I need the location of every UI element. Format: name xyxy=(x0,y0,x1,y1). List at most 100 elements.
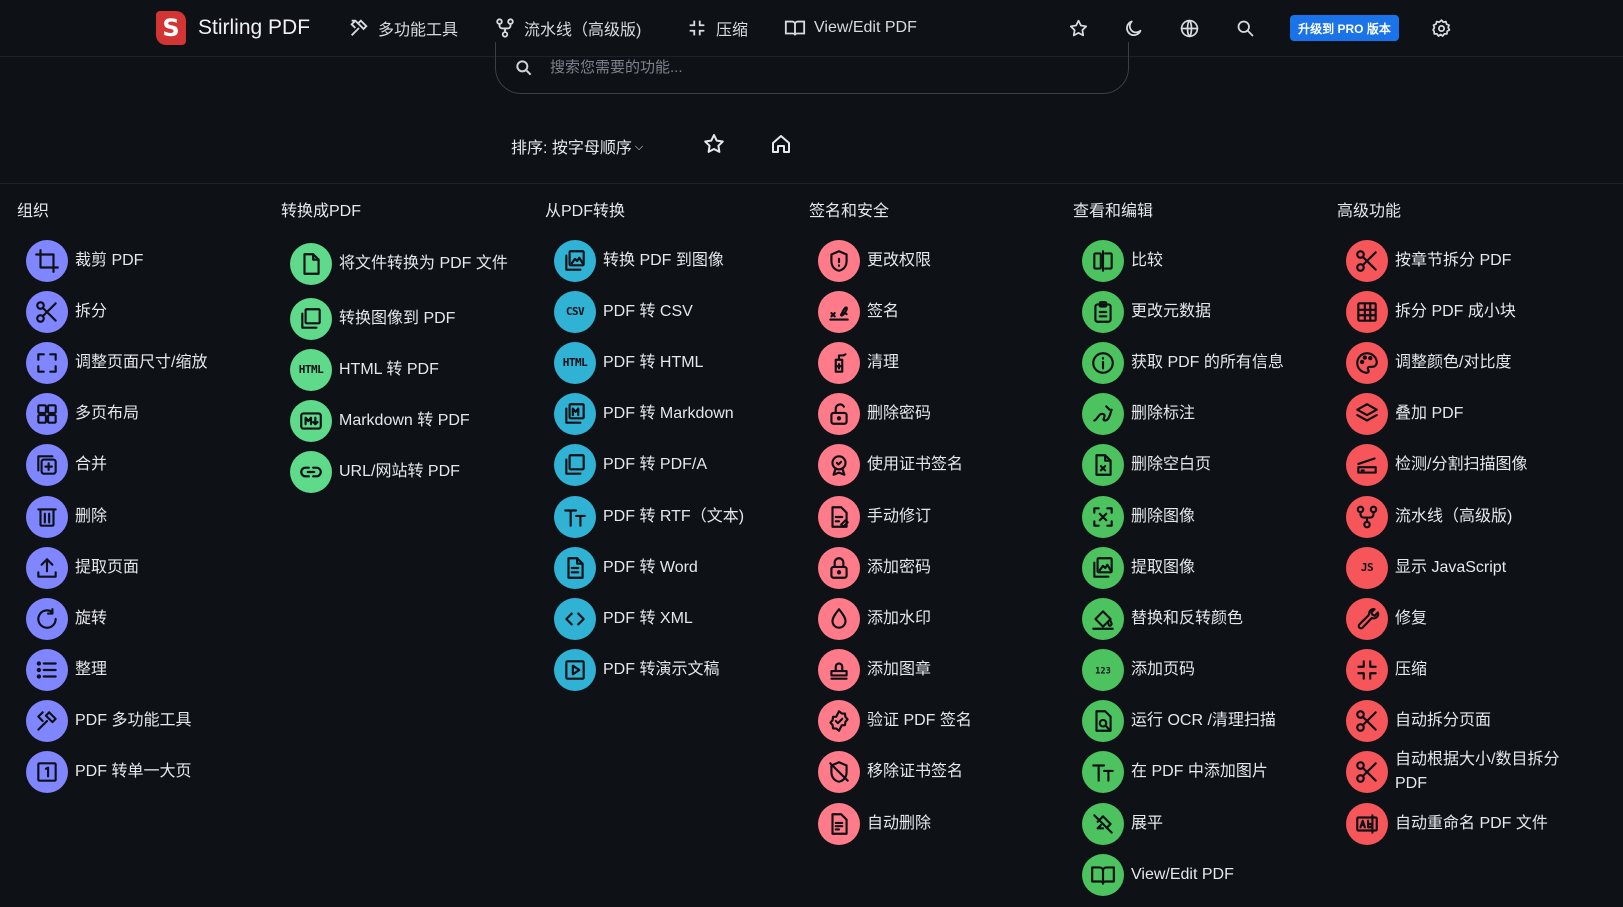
search-input[interactable] xyxy=(550,59,1090,76)
tool-item[interactable]: 自动重命名 PDF 文件 xyxy=(1337,798,1599,849)
pipeline-icon xyxy=(1346,495,1388,538)
tool-item[interactable]: 整理 xyxy=(17,645,279,696)
dark-mode-button[interactable] xyxy=(1118,13,1148,43)
tool-item[interactable]: 签名 xyxy=(809,286,1071,337)
tool-label: 展平 xyxy=(1131,814,1164,832)
tool-item[interactable]: 添加图章 xyxy=(809,645,1071,696)
single-page-icon xyxy=(26,751,68,794)
tool-label: PDF 转 HTML xyxy=(603,353,704,371)
tool-item[interactable]: 转换 PDF 到图像 xyxy=(545,235,807,286)
tool-item[interactable]: 删除图像 xyxy=(1073,491,1335,542)
tool-label: 检测/分割扫描图像 xyxy=(1395,456,1528,474)
moon-icon xyxy=(1125,20,1141,36)
tool-item[interactable]: 手动修订 xyxy=(809,491,1071,542)
tool-item[interactable]: 添加密码 xyxy=(809,542,1071,593)
tool-item[interactable]: 验证 PDF 签名 xyxy=(809,696,1071,747)
tool-item[interactable]: PDF 转 RTF（文本) xyxy=(545,491,807,542)
tool-item[interactable]: PDF 转 XML xyxy=(545,593,807,644)
tool-item[interactable]: 修复 xyxy=(1337,593,1599,644)
tool-label: 自动重命名 PDF 文件 xyxy=(1395,814,1548,832)
tool-item[interactable]: 自动拆分页面 xyxy=(1337,696,1599,747)
home-button[interactable] xyxy=(766,129,796,159)
tool-item[interactable]: 获取 PDF 的所有信息 xyxy=(1073,337,1335,388)
column-title: 签名和安全 xyxy=(809,203,890,220)
tool-item[interactable]: PDF 多功能工具 xyxy=(17,696,279,747)
settings-button[interactable] xyxy=(1426,13,1456,43)
tool-item[interactable]: 更改元数据 xyxy=(1073,286,1335,337)
tool-item[interactable]: 删除 xyxy=(17,491,279,542)
tool-item[interactable]: 旋转 xyxy=(17,593,279,644)
tool-item[interactable]: 拆分 PDF 成小块 xyxy=(1337,286,1599,337)
tool-item[interactable]: 检测/分割扫描图像 xyxy=(1337,440,1599,491)
tool-item[interactable]: 展平 xyxy=(1073,798,1335,849)
tool-label: 比较 xyxy=(1131,251,1164,269)
file-icon xyxy=(290,243,332,285)
tool-item[interactable]: 提取图像 xyxy=(1073,542,1335,593)
tool-item[interactable]: 调整页面尺寸/缩放 xyxy=(17,337,279,388)
image-icon xyxy=(1082,546,1124,589)
home-icon xyxy=(772,135,790,153)
tool-item[interactable]: 运行 OCR /清理扫描 xyxy=(1073,696,1335,747)
tool-item[interactable]: PDF 转 Markdown xyxy=(545,389,807,440)
tool-item[interactable]: 添加水印 xyxy=(809,593,1071,644)
tool-item[interactable]: 删除标注 xyxy=(1073,389,1335,440)
tool-item[interactable]: HTML PDF 转 HTML xyxy=(545,337,807,388)
tool-item[interactable]: 更改权限 xyxy=(809,235,1071,286)
grid-icon xyxy=(26,393,68,436)
tool-item[interactable]: CSV PDF 转 CSV xyxy=(545,286,807,337)
search-button[interactable] xyxy=(1230,13,1260,43)
pipeline-icon xyxy=(496,18,514,38)
layers-icon xyxy=(1346,393,1388,436)
tool-item[interactable]: 提取页面 xyxy=(17,542,279,593)
tool-item[interactable]: 移除证书签名 xyxy=(809,747,1071,798)
tool-item[interactable]: 转换图像到 PDF xyxy=(281,293,543,344)
tool-item[interactable]: 自动删除 xyxy=(809,798,1071,849)
nav-multi-tool-label: 多功能工具 xyxy=(378,22,459,39)
tool-item[interactable]: 在 PDF 中添加图片 xyxy=(1073,747,1335,798)
tool-label: 多页布局 xyxy=(75,405,140,423)
tool-item[interactable]: HTML HTML 转 PDF xyxy=(281,344,543,395)
nav-view-edit[interactable]: View/Edit PDF xyxy=(784,14,917,42)
tool-item[interactable]: 按章节拆分 PDF xyxy=(1337,235,1599,286)
tool-item[interactable]: PDF 转演示文稿 xyxy=(545,645,807,696)
tool-item[interactable]: PDF 转 PDF/A xyxy=(545,440,807,491)
tool-item[interactable]: 压缩 xyxy=(1337,645,1599,696)
nav-multi-tool[interactable]: 多功能工具 xyxy=(348,14,458,42)
tool-label: 签名 xyxy=(867,302,900,320)
nav-pipeline[interactable]: 流水线（高级版) xyxy=(494,14,641,42)
tool-item[interactable]: 使用证书签名 xyxy=(809,440,1071,491)
tool-item[interactable]: PDF 转单一大页 xyxy=(17,747,279,798)
favorites-button[interactable] xyxy=(1063,13,1093,43)
tool-item[interactable]: 叠加 PDF xyxy=(1337,389,1599,440)
tool-item[interactable]: 拆分 xyxy=(17,286,279,337)
tool-item[interactable]: 比较 xyxy=(1073,235,1335,286)
tool-item[interactable]: 删除密码 xyxy=(809,389,1071,440)
brand-home-link[interactable]: S Stirling PDF xyxy=(156,8,310,48)
tool-item[interactable]: 裁剪 PDF xyxy=(17,235,279,286)
tool-item[interactable]: View/Edit PDF xyxy=(1073,849,1335,900)
tool-item[interactable]: JS 显示 JavaScript xyxy=(1337,542,1599,593)
upgrade-pro-button[interactable]: 升级到 PRO 版本 xyxy=(1290,15,1399,41)
tool-label: PDF 转单一大页 xyxy=(75,763,192,781)
nav-compress[interactable]: 压缩 xyxy=(686,14,748,42)
tool-item[interactable]: 替换和反转颜色 xyxy=(1073,593,1335,644)
tool-item[interactable]: PDF 转 Word xyxy=(545,542,807,593)
tool-item[interactable]: 删除空白页 xyxy=(1073,440,1335,491)
svg-text:123: 123 xyxy=(1095,666,1111,676)
tool-item[interactable]: 将文件转换为 PDF 文件 xyxy=(281,235,543,293)
tool-item[interactable]: 多页布局 xyxy=(17,389,279,440)
tool-item[interactable]: 清理 xyxy=(809,337,1071,388)
tool-item[interactable]: 自动根据大小/数目拆分 PDF xyxy=(1337,747,1599,798)
sort-dropdown[interactable]: 排序: 按字母顺序 ⌵ xyxy=(511,134,643,158)
tool-label: 转换 PDF 到图像 xyxy=(603,251,724,269)
tool-item[interactable]: Markdown 转 PDF xyxy=(281,395,543,446)
tool-item[interactable]: 合并 xyxy=(17,440,279,491)
language-button[interactable] xyxy=(1174,13,1204,43)
tool-item[interactable]: 123 添加页码 xyxy=(1073,645,1335,696)
tool-item[interactable]: 调整颜色/对比度 xyxy=(1337,337,1599,388)
verified-icon xyxy=(818,700,860,743)
tool-item[interactable]: 流水线（高级版) xyxy=(1337,491,1599,542)
favorites-filter-button[interactable] xyxy=(699,129,729,159)
column-view-edit: 查看和编辑 比较 更改元数据 获取 PDF 的所有信息 删除标注 删除空白页 删除图像 提取图… xyxy=(1073,197,1335,900)
tool-item[interactable]: URL/网站转 PDF xyxy=(281,447,543,498)
